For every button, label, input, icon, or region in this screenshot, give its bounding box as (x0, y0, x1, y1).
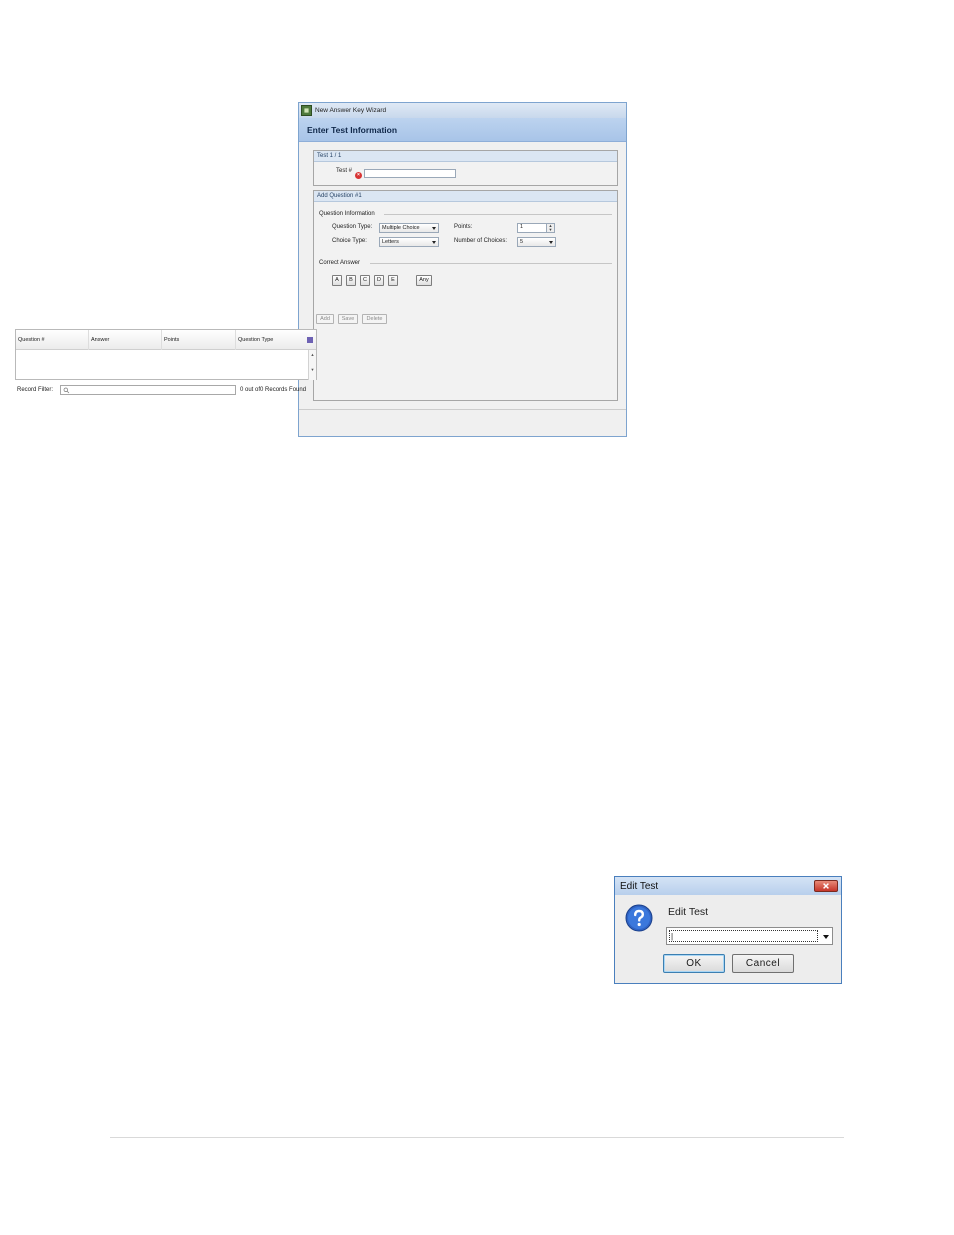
questions-table: Question # Answer Points Question Type ▲… (15, 329, 317, 380)
dialog-title: Edit Test (620, 880, 659, 892)
wizard-heading: Enter Test Information (307, 124, 398, 135)
dialog-titlebar[interactable]: Edit Test (615, 877, 841, 895)
delete-button[interactable]: Delete (362, 314, 387, 324)
column-header-question-type[interactable]: Question Type (236, 330, 308, 350)
divider (370, 263, 612, 264)
chevron-down-icon (432, 241, 436, 244)
record-filter-input[interactable] (60, 385, 236, 395)
question-icon (625, 904, 653, 932)
wizard-status-bar (299, 409, 626, 436)
answer-e-button[interactable]: E (388, 275, 398, 286)
column-header-points[interactable]: Points (162, 330, 236, 350)
correct-answer-section-label: Correct Answer (319, 260, 361, 266)
stepper-down-icon[interactable]: ▼ (547, 228, 554, 232)
question-info-section-label: Question Information (319, 211, 375, 217)
record-count-status: 0 out of0 Records Found (240, 387, 307, 393)
column-header-answer[interactable]: Answer (89, 330, 162, 350)
question-type-label: Question Type: (332, 224, 373, 230)
close-icon (823, 883, 829, 889)
search-icon (63, 387, 70, 394)
divider (384, 214, 612, 215)
record-filter-label: Record Filter: (17, 387, 54, 393)
test-number-input[interactable] (364, 169, 456, 178)
edit-test-value[interactable]: | (669, 930, 818, 942)
app-icon (301, 105, 312, 116)
window-title: New Answer Key Wizard (315, 107, 387, 114)
points-input[interactable]: 1 (517, 223, 547, 233)
points-stepper[interactable]: ▲ ▼ (547, 223, 555, 233)
answer-a-button[interactable]: A (332, 275, 342, 286)
answer-c-button[interactable]: C (360, 275, 370, 286)
test-group: Test 1 / 1 Test # × (313, 150, 618, 186)
error-icon: × (355, 172, 362, 179)
wizard-header: Enter Test Information (299, 118, 626, 142)
add-button[interactable]: Add (316, 314, 334, 324)
save-button[interactable]: Save (338, 314, 358, 324)
ok-button[interactable]: OK (663, 954, 725, 973)
points-label: Points: (454, 224, 473, 230)
close-button[interactable] (814, 880, 838, 892)
chevron-down-icon[interactable] (823, 935, 829, 939)
table-header: Question # Answer Points Question Type (16, 330, 316, 350)
wizard-titlebar[interactable]: New Answer Key Wizard (299, 103, 626, 118)
cancel-button[interactable]: Cancel (732, 954, 794, 973)
table-scrollbar[interactable]: ▲ ▼ (308, 350, 316, 380)
answer-b-button[interactable]: B (346, 275, 356, 286)
dialog-message: Edit Test (668, 906, 709, 918)
chevron-down-icon (432, 227, 436, 230)
add-question-group: Add Question #1 Question Information Que… (313, 190, 618, 401)
scroll-down-icon[interactable]: ▼ (309, 365, 316, 380)
choice-type-label: Choice Type: (332, 238, 367, 244)
test-group-heading: Test 1 / 1 (314, 151, 617, 162)
question-type-select[interactable]: Multiple Choice (379, 223, 439, 233)
answer-key-wizard-window: New Answer Key Wizard Enter Test Informa… (298, 102, 627, 437)
scroll-up-icon[interactable]: ▲ (309, 350, 316, 365)
column-header-question-number[interactable]: Question # (16, 330, 89, 350)
add-question-heading: Add Question #1 (314, 191, 617, 202)
choice-type-select[interactable]: Letters (379, 237, 439, 247)
record-filter-bar: Record Filter: 0 out of0 Records Found (15, 382, 317, 399)
edit-test-dialog: Edit Test Edit Test | OK Cancel (614, 876, 842, 984)
answer-d-button[interactable]: D (374, 275, 384, 286)
page-footer-divider (110, 1137, 844, 1138)
edit-test-select[interactable]: | (666, 927, 833, 945)
answer-any-button[interactable]: Any (416, 275, 432, 286)
chevron-down-icon (549, 241, 553, 244)
num-choices-select[interactable]: 5 (517, 237, 556, 247)
num-choices-label: Number of Choices: (454, 238, 508, 244)
test-number-label: Test # (336, 168, 353, 174)
column-picker-icon[interactable] (307, 337, 313, 343)
